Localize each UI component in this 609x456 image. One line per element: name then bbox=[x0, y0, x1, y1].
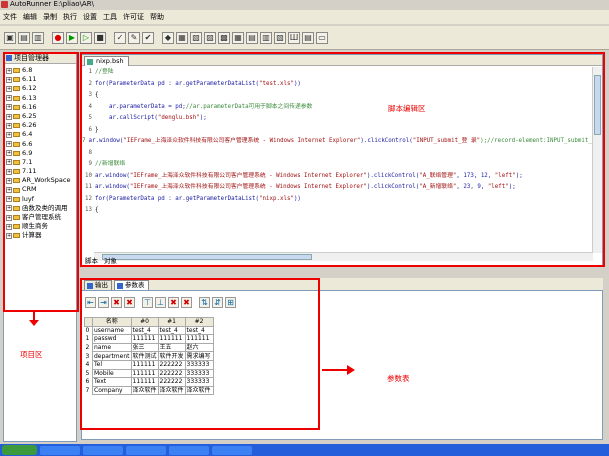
save-as-icon[interactable]: ▥ bbox=[32, 31, 44, 44]
window-icon[interactable]: ▭ bbox=[316, 31, 328, 44]
taskbar-button[interactable] bbox=[40, 445, 80, 455]
menu-item-7[interactable]: 帮助 bbox=[150, 10, 164, 24]
run-icon[interactable]: ▶ bbox=[66, 31, 78, 44]
text-icon-7[interactable]: ▧ bbox=[274, 31, 286, 44]
text-icon-5[interactable]: ▤ bbox=[246, 31, 258, 44]
check-icon[interactable]: ✔ bbox=[142, 31, 154, 44]
editor-area-label: 脚本编辑区 bbox=[388, 104, 426, 113]
params-area-highlight bbox=[80, 278, 320, 430]
toolbar: ▣ ▤ ▥ ● ▶ ▷ ■ ✓ ✎ ✔ ◆ ▦ ▧ ▨ ▩ ▦ ▤ ▥ ▧ Ш ▤ ▭ bbox=[0, 26, 609, 50]
stop-icon[interactable]: ■ bbox=[94, 31, 106, 44]
play-icon[interactable]: ▷ bbox=[80, 31, 92, 44]
start-button[interactable] bbox=[2, 445, 37, 455]
color-icon[interactable]: ◆ bbox=[162, 31, 174, 44]
text-icon[interactable]: ▧ bbox=[190, 31, 202, 44]
project-area-label: 项目区 bbox=[20, 350, 43, 359]
save-all-icon[interactable]: ▤ bbox=[18, 31, 30, 44]
save-icon[interactable]: ▣ bbox=[4, 31, 16, 44]
edit-icon[interactable]: ✎ bbox=[128, 31, 140, 44]
menu-item-6[interactable]: 许可证 bbox=[123, 10, 144, 24]
menu-item-4[interactable]: 设置 bbox=[83, 10, 97, 24]
params-area-label: 参数表 bbox=[387, 374, 410, 383]
text-icon-3[interactable]: ▩ bbox=[218, 31, 230, 44]
image-icon[interactable]: ▦ bbox=[176, 31, 188, 44]
arrow-down-icon bbox=[29, 320, 39, 326]
taskbar-button[interactable] bbox=[169, 445, 209, 455]
menu-item-0[interactable]: 文件 bbox=[3, 10, 17, 24]
text-icon-4[interactable]: ▦ bbox=[232, 31, 244, 44]
taskbar-button[interactable] bbox=[212, 445, 252, 455]
arrow-shaft-right bbox=[322, 369, 347, 371]
menu-item-5[interactable]: 工具 bbox=[103, 10, 117, 24]
editor-area-highlight bbox=[80, 52, 605, 267]
taskbar bbox=[0, 444, 609, 456]
hh-icon[interactable]: Ш bbox=[288, 31, 300, 44]
text-icon-6[interactable]: ▥ bbox=[260, 31, 272, 44]
menu-item-3[interactable]: 执行 bbox=[63, 10, 77, 24]
menu-bar: 文件 编辑 录制 执行 设置 工具 许可证 帮助 bbox=[0, 10, 609, 24]
record-icon[interactable]: ● bbox=[52, 31, 64, 44]
title-bar: AutoRunner E:\pliao\AR\ bbox=[0, 0, 609, 9]
menu-item-1[interactable]: 编辑 bbox=[23, 10, 37, 24]
text-icon-2[interactable]: ▨ bbox=[204, 31, 216, 44]
menu-item-2[interactable]: 录制 bbox=[43, 10, 57, 24]
text-icon-8[interactable]: ▤ bbox=[302, 31, 314, 44]
app-icon bbox=[1, 1, 8, 8]
arrow-right-icon bbox=[347, 365, 355, 375]
project-area-highlight bbox=[3, 52, 79, 312]
taskbar-button[interactable] bbox=[83, 445, 123, 455]
checkpoint-icon[interactable]: ✓ bbox=[114, 31, 126, 44]
window-title: AutoRunner E:\pliao\AR\ bbox=[10, 0, 94, 8]
taskbar-button[interactable] bbox=[126, 445, 166, 455]
